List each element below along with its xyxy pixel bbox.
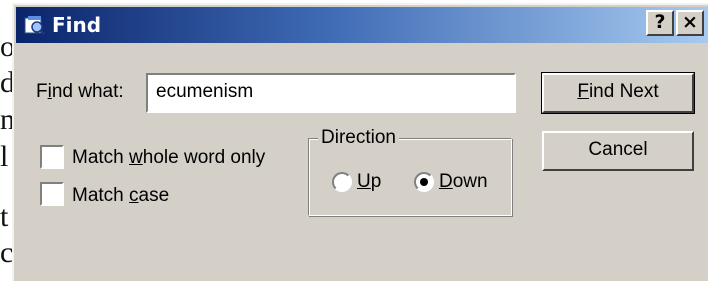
direction-title: Direction	[318, 127, 399, 149]
find-what-label: Find what:	[36, 81, 124, 102]
match-whole-word-checkbox[interactable]	[40, 145, 64, 169]
direction-up-radio[interactable]	[332, 172, 352, 192]
title-bar[interactable]: Find	[16, 7, 708, 43]
match-case-label[interactable]: Match case	[72, 185, 169, 207]
find-next-button[interactable]: Find Next	[541, 72, 695, 114]
find-app-icon	[24, 16, 45, 35]
direction-down-label[interactable]: Down	[439, 171, 488, 193]
radio-selected-dot	[420, 178, 428, 186]
background-letter: l	[0, 140, 9, 173]
find-what-input[interactable]: ecumenism	[146, 73, 516, 113]
cancel-button[interactable]: Cancel	[542, 131, 694, 171]
match-case-checkbox[interactable]	[40, 182, 64, 206]
direction-up-label[interactable]: Up	[357, 171, 381, 193]
help-button[interactable]: ?	[646, 10, 674, 36]
direction-down-radio[interactable]	[414, 172, 434, 192]
match-whole-word-label[interactable]: Match whole word only	[72, 147, 265, 169]
dialog-title: Find	[52, 13, 102, 37]
find-dialog: Find ? × Find what: ecumenism Match whol…	[12, 3, 708, 281]
close-button[interactable]: ×	[676, 10, 704, 36]
background-letter: t	[0, 200, 9, 233]
